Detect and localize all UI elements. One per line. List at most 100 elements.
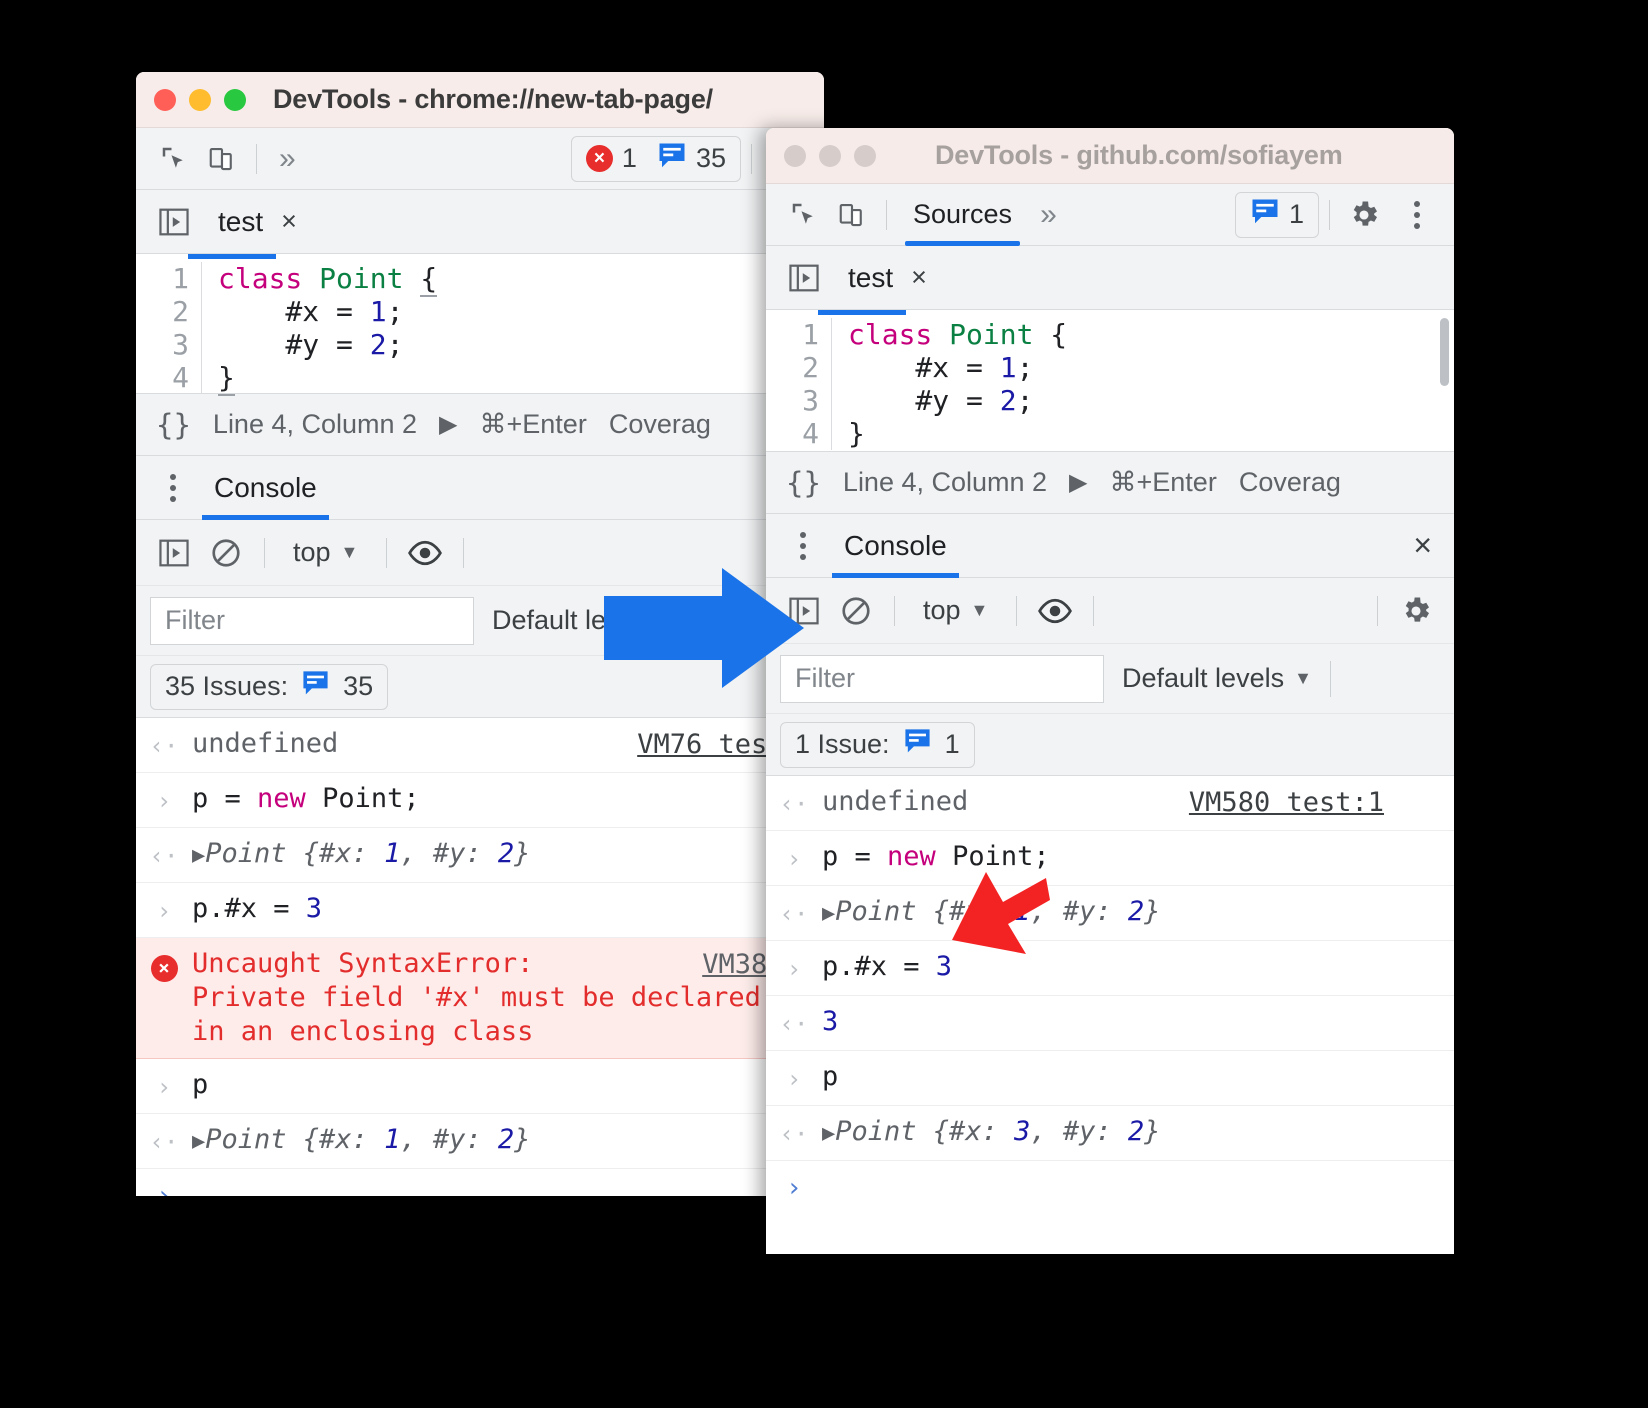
left-window-titlebar[interactable]: DevTools - chrome://new-tab-page/ <box>136 72 824 128</box>
console-error-message[interactable]: × Uncaught SyntaxError: Private field '#… <box>136 938 824 1059</box>
log-levels-selector[interactable]: Default levels ▼ <box>1122 663 1312 694</box>
clear-console-icon[interactable] <box>202 530 250 576</box>
console-message[interactable]: › p.#x = 3 <box>136 883 824 938</box>
gear-icon[interactable] <box>1392 588 1440 634</box>
right-issues-row[interactable]: 1 Issue: 1 <box>766 714 1454 776</box>
left-devtools-toolbar[interactable]: » × 1 35 <box>136 128 824 190</box>
right-counters[interactable]: 1 <box>1234 191 1319 238</box>
input-arrow-icon: › <box>786 845 802 873</box>
file-tab-test[interactable]: test × <box>828 246 947 310</box>
console-message[interactable]: › p.#x = 3 <box>766 941 1454 996</box>
console-prompt[interactable]: › <box>136 1169 824 1196</box>
issues-button[interactable]: 35 Issues: 35 <box>150 663 389 710</box>
console-message[interactable]: ‹· undefined VM580 test:1 <box>766 776 1454 831</box>
editor-scrollbar[interactable] <box>1440 318 1449 386</box>
right-code-editor[interactable]: 1 class Point { 2 #x = 1; 3 #y = 2; 4 } <box>766 310 1454 452</box>
console-message[interactable]: › p = new Point; <box>766 831 1454 886</box>
show-navigator-icon[interactable] <box>150 199 198 245</box>
pretty-print-icon[interactable]: {} <box>156 408 191 442</box>
more-panels-chevron[interactable]: » <box>267 143 308 174</box>
left-counters[interactable]: × 1 35 <box>570 135 741 182</box>
more-tools-icon[interactable] <box>150 473 196 502</box>
console-message[interactable]: ‹· ▶Point {#x: 3, #y: 2} <box>766 1106 1454 1161</box>
console-message[interactable]: ‹· 3 <box>766 996 1454 1051</box>
inspect-element-icon[interactable] <box>780 192 828 238</box>
device-toolbar-icon[interactable] <box>198 136 246 182</box>
more-panels-chevron[interactable]: » <box>1028 199 1069 230</box>
right-editor-statusbar[interactable]: {} Line 4, Column 2 ▶ ⌘+Enter Coverag <box>766 452 1454 514</box>
gear-icon[interactable] <box>1340 192 1388 238</box>
message-source-link[interactable]: VM580 test:1 <box>1189 786 1384 820</box>
console-message[interactable]: ‹· undefined VM76 test:1 <box>136 718 824 773</box>
live-expression-icon[interactable] <box>401 530 449 576</box>
close-tab-icon[interactable]: × <box>281 208 297 235</box>
right-console-toolbar[interactable]: top ▼ <box>766 578 1454 644</box>
result-arrow-icon: ‹· <box>779 1010 809 1038</box>
execution-context-selector[interactable]: top ▼ <box>279 537 372 568</box>
pretty-print-icon[interactable]: {} <box>786 466 821 500</box>
chevron-down-icon: ▼ <box>970 600 989 620</box>
more-tools-icon[interactable] <box>780 531 826 560</box>
left-editor-statusbar[interactable]: {} Line 4, Column 2 ▶ ⌘+Enter Coverag <box>136 394 824 456</box>
error-count-label: 1 <box>621 143 637 173</box>
right-window-titlebar[interactable]: DevTools - github.com/sofiayem <box>766 128 1454 184</box>
console-message[interactable]: ‹· ▶Point {#x: 1, #y: 2} <box>136 828 824 883</box>
live-expression-icon[interactable] <box>1031 588 1079 634</box>
execution-context-selector[interactable]: top ▼ <box>909 595 1002 626</box>
show-navigator-icon[interactable] <box>780 255 828 301</box>
message-text: p = new Point; <box>192 783 420 814</box>
maximize-window-button[interactable] <box>854 144 876 167</box>
code-line: 2 #x = 1; <box>766 351 1454 384</box>
issue-bubble-icon <box>657 142 687 175</box>
devtools-window-right[interactable]: DevTools - github.com/sofiayem Sources »… <box>766 128 1454 1254</box>
result-arrow-icon: ‹· <box>149 1128 179 1156</box>
minimize-window-button[interactable] <box>819 144 841 167</box>
console-message[interactable]: › p <box>766 1051 1454 1106</box>
filter-input[interactable]: Filter <box>150 596 474 645</box>
right-devtools-toolbar[interactable]: Sources » 1 <box>766 184 1454 246</box>
filter-input[interactable]: Filter <box>780 654 1104 703</box>
maximize-window-button[interactable] <box>224 88 246 111</box>
right-sources-tabstrip[interactable]: test × <box>766 246 1454 310</box>
console-sidebar-icon[interactable] <box>150 530 198 576</box>
console-message[interactable]: ‹· ▶Point {#x: 1, #y: 2} <box>136 1114 824 1169</box>
close-window-button[interactable] <box>154 88 176 111</box>
tab-console[interactable]: Console <box>196 456 335 520</box>
tab-sources[interactable]: Sources <box>897 184 1028 246</box>
close-tab-icon[interactable]: × <box>911 264 927 291</box>
minimize-window-button[interactable] <box>189 88 211 111</box>
run-shortcut-label: ⌘+Enter <box>1109 467 1217 497</box>
close-window-button[interactable] <box>784 144 806 167</box>
issues-button[interactable]: 1 Issue: 1 <box>780 721 975 768</box>
coverage-label[interactable]: Coverag <box>609 409 711 440</box>
left-console-log[interactable]: ‹· undefined VM76 test:1 › p = new Point… <box>136 718 824 1196</box>
close-drawer-icon[interactable]: × <box>1413 527 1432 564</box>
run-snippet-icon[interactable]: ▶ <box>1069 468 1087 497</box>
left-sources-tabstrip[interactable]: test × <box>136 190 824 254</box>
run-snippet-icon[interactable]: ▶ <box>439 410 457 439</box>
right-console-log[interactable]: ‹· undefined VM580 test:1 › p = new Poin… <box>766 776 1454 1215</box>
toolbar-divider <box>256 143 257 174</box>
console-prompt[interactable]: › <box>766 1161 1454 1215</box>
tab-console[interactable]: Console <box>826 514 965 578</box>
issues-counter[interactable]: 1 <box>1240 193 1314 237</box>
coverage-label[interactable]: Coverag <box>1239 467 1341 498</box>
right-drawer-tabs[interactable]: Console × <box>766 514 1454 578</box>
console-message[interactable]: › p = new Point; <box>136 773 824 828</box>
console-message[interactable]: › p <box>136 1059 824 1114</box>
transition-arrow <box>604 568 804 688</box>
device-toolbar-icon[interactable] <box>828 192 876 238</box>
left-window-title: DevTools - chrome://new-tab-page/ <box>273 84 713 114</box>
console-message[interactable]: ‹· ▶Point {#x: 1, #y: 2} <box>766 886 1454 941</box>
inspect-element-icon[interactable] <box>150 136 198 182</box>
error-counter[interactable]: × 1 <box>576 137 647 181</box>
message-text: ▶Point {#x: 1, #y: 2} <box>192 838 531 869</box>
code-text: } <box>848 417 865 450</box>
right-console-filter-row[interactable]: Filter Default levels ▼ <box>766 644 1454 714</box>
clear-console-icon[interactable] <box>832 588 880 634</box>
issues-counter[interactable]: 35 <box>647 137 736 181</box>
left-code-editor[interactable]: 1 class Point { 2 #x = 1; 3 #y = 2; 4 } <box>136 254 824 396</box>
file-tab-test[interactable]: test × <box>198 190 317 254</box>
more-options-icon[interactable] <box>1394 200 1440 229</box>
left-drawer-tabs[interactable]: Console <box>136 456 824 520</box>
